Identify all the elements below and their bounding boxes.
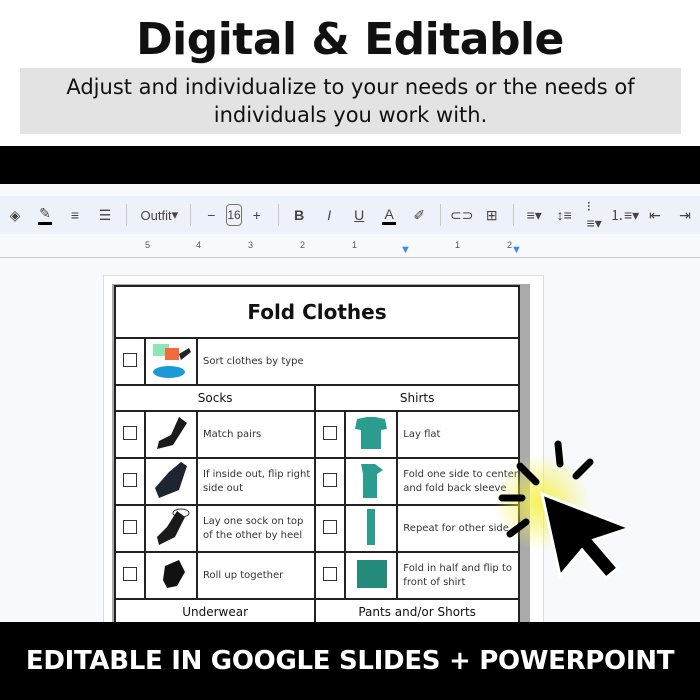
chevron-down-icon: ▾ [171, 207, 179, 222]
divider [126, 204, 127, 226]
font-size-input[interactable]: 16 [226, 204, 242, 226]
sock-image [144, 410, 198, 459]
divider [440, 204, 441, 226]
indent-marker-icon[interactable]: ▼ [400, 244, 411, 256]
sock-image [144, 457, 198, 506]
increase-size-button[interactable]: + [250, 207, 264, 223]
step-text[interactable]: Sort clothes by type [196, 337, 520, 386]
footer-banner: EDITABLE IN GOOGLE SLIDES + POWERPOINT [0, 622, 700, 700]
checkbox[interactable] [323, 426, 338, 440]
step-text[interactable]: If inside out, flip right side out [195, 457, 317, 506]
decrease-indent-icon[interactable]: ⇤ [648, 207, 662, 224]
align-icon[interactable]: ≡▾ [527, 207, 542, 224]
checkbox[interactable] [123, 473, 137, 487]
sock-image [144, 504, 198, 553]
ruler-label: 5 [145, 240, 151, 250]
section-header-shirts[interactable]: Shirts [314, 384, 520, 412]
divider [189, 204, 191, 226]
headline: Digital & Editable [136, 14, 564, 65]
step-text[interactable]: Match pairs [195, 410, 317, 459]
italic-button[interactable]: I [322, 207, 336, 223]
sock-image [144, 551, 198, 600]
ruler-label: 1 [352, 240, 358, 250]
text-color-button[interactable]: A [382, 206, 397, 225]
checkbox[interactable] [123, 567, 137, 581]
comment-icon[interactable]: ⊞ [485, 207, 499, 224]
ruler-label: 1 [455, 240, 461, 250]
border-weight-icon[interactable]: ≡ [68, 207, 82, 223]
toolbar: ◈ ✎ ≡ ☰ Outfit ▾ − 16 + B I U A ✐ ⊂⊃ ⊞ ≡▾… [0, 196, 700, 234]
doc-title[interactable]: Fold Clothes [114, 285, 520, 339]
checkbox[interactable] [123, 426, 137, 440]
step-text[interactable]: Roll up together [195, 551, 317, 600]
table-row: Match pairs Lay flat [114, 410, 520, 459]
increase-indent-icon[interactable]: ⇥ [678, 207, 692, 224]
step-text[interactable]: Lay one sock on top of the other by heel [195, 504, 317, 553]
border-dash-icon[interactable]: ☰ [98, 207, 112, 224]
bullet-list-icon[interactable]: ⁝≡▾ [587, 198, 602, 232]
checkbox[interactable] [323, 520, 338, 534]
paint-format-icon[interactable]: ◈ [8, 207, 22, 224]
highlight-icon[interactable]: ✐ [412, 207, 426, 224]
ruler-label: 3 [248, 240, 254, 250]
ruler-label: 4 [196, 240, 202, 250]
font-name: Outfit [140, 207, 172, 223]
border-color-icon[interactable]: ✎ [38, 205, 52, 225]
table-row: Roll up together Fold in half and flip t… [114, 551, 520, 600]
table-row: If inside out, flip right side out Fold … [114, 457, 520, 506]
table-row: Sort clothes by type [114, 337, 520, 386]
section-header-socks[interactable]: Socks [113, 384, 317, 412]
divider [277, 204, 279, 226]
font-select[interactable]: Outfit ▾ [140, 207, 179, 223]
black-band [0, 146, 700, 184]
checkbox[interactable] [323, 567, 338, 581]
shirt-image [344, 410, 399, 459]
numbered-list-icon[interactable]: ⒈≡▾ [610, 205, 639, 225]
promo-header: Digital & Editable Adjust and individual… [0, 0, 700, 146]
shirt-image [344, 457, 399, 506]
link-icon[interactable]: ⊂⊃ [450, 207, 473, 224]
ruler-label: 2 [300, 240, 306, 250]
checkbox[interactable] [123, 520, 137, 534]
subtitle: Adjust and individualize to your needs o… [20, 68, 681, 134]
task-table: Fold Clothes Sort clothes by type Socks … [113, 285, 520, 626]
checkbox[interactable] [323, 473, 338, 487]
decrease-size-button[interactable]: − [204, 207, 218, 223]
clothes-pile-image [144, 337, 198, 386]
right-indent-marker-icon[interactable]: ▼ [511, 244, 522, 256]
checkbox[interactable] [123, 353, 137, 367]
shirt-image [344, 551, 399, 600]
bold-button[interactable]: B [292, 207, 306, 223]
ruler[interactable]: 5 4 3 2 1 1 2 ▼ ▼ [0, 234, 700, 258]
divider [512, 204, 514, 226]
line-spacing-icon[interactable]: ↕≡ [557, 207, 572, 223]
shirt-image [344, 504, 399, 553]
underline-button[interactable]: U [352, 207, 366, 223]
cursor-click-icon [494, 440, 635, 581]
table-row: Lay one sock on top of the other by heel… [114, 504, 520, 553]
